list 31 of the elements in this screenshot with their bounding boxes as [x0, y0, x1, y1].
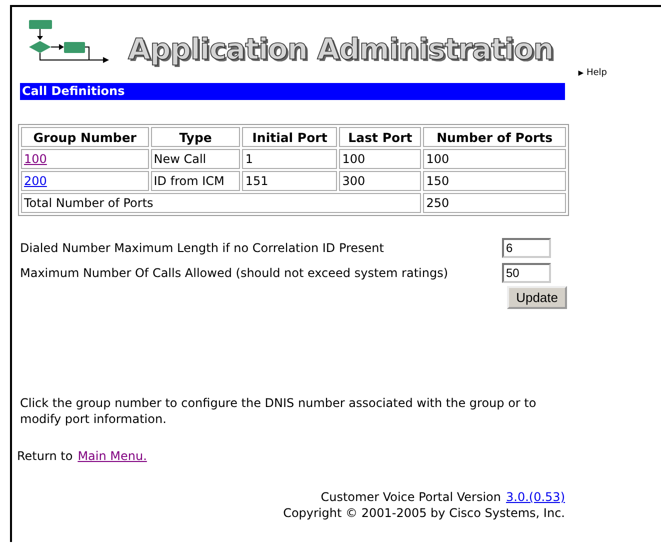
instruction-text: Click the group number to configure the DNIS number associated with the group or to modify port information.	[20, 395, 538, 427]
column-header: Initial Port	[242, 127, 338, 147]
table-cell: New Call	[150, 149, 240, 169]
section-header: Call Definitions	[20, 83, 565, 100]
column-header: Last Port	[339, 127, 422, 147]
page-title: Application Administration	[128, 32, 554, 66]
version-text: Customer Voice Portal Version	[320, 489, 502, 505]
setting-label: Dialed Number Maximum Length if no Correlation ID Present	[20, 241, 384, 255]
table-cell: 100	[339, 149, 422, 169]
setting-label: Maximum Number Of Calls Allowed (should not exceed system ratings)	[20, 266, 448, 280]
table-cell: ID from ICM	[150, 171, 240, 191]
group-link[interactable]: 100	[24, 152, 47, 166]
input-field[interactable]: 6	[502, 238, 551, 258]
table-cell: 150	[423, 171, 566, 191]
group-link[interactable]: 200	[24, 174, 47, 188]
table-cell: 250	[423, 193, 566, 213]
table-cell: 300	[339, 171, 422, 191]
update-button[interactable]: Update	[507, 286, 567, 309]
column-header: Number of Ports	[423, 127, 566, 147]
version-link[interactable]: 3.0.(0.53)	[506, 489, 565, 505]
table-cell: 1	[242, 149, 338, 169]
table-cell: Total Number of Ports	[21, 193, 422, 213]
table-cell: 151	[242, 171, 338, 191]
flowchart-icon	[28, 18, 110, 64]
column-header: Group Number	[21, 127, 149, 147]
input-field[interactable]: 50	[502, 263, 551, 283]
column-header: Type	[150, 127, 240, 147]
table-cell: 100	[423, 149, 566, 169]
main-menu-link[interactable]: Main Menu.	[78, 449, 147, 463]
copyright-text: Copyright © 2001-2005 by Cisco Systems, Inc.	[283, 505, 565, 521]
return-text: Return to	[17, 449, 73, 463]
